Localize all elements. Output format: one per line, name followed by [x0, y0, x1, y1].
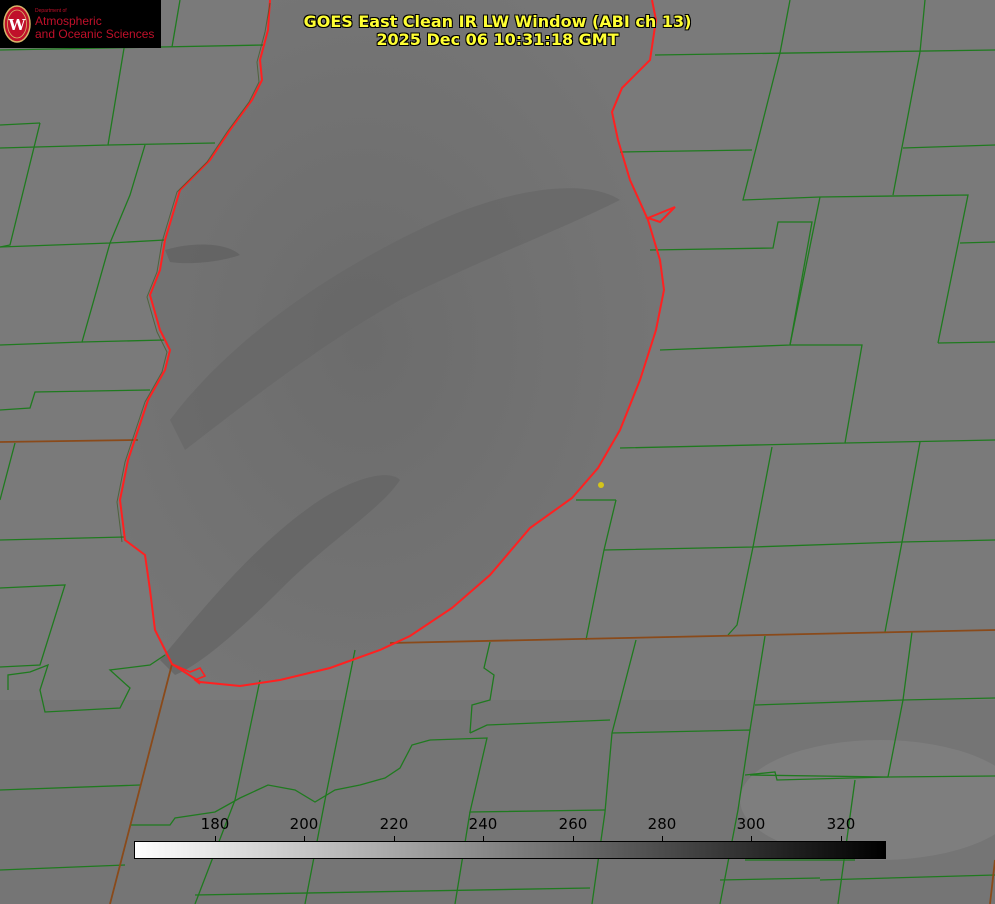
image-title: GOES East Clean IR LW Window (ABI ch 13): [303, 12, 692, 31]
colorbar-tick-label: 200: [289, 815, 319, 833]
colorbar-tick-label: 280: [647, 815, 677, 833]
colorbar-tick-label: 220: [379, 815, 409, 833]
colorbar-tick-label: 320: [826, 815, 856, 833]
colorbar-tick-label: 240: [468, 815, 498, 833]
colorbar: [134, 841, 886, 859]
satellite-image-viewer: W Department of Atmospheric and Oceanic …: [0, 0, 995, 904]
image-timestamp: 2025 Dec 06 10:31:18 GMT: [376, 30, 619, 49]
colorbar-tick-label: 300: [736, 815, 766, 833]
colorbar-tick-label: 180: [200, 815, 230, 833]
satellite-map: [0, 0, 995, 904]
colorbar-tick-label: 260: [558, 815, 588, 833]
location-marker-icon: [598, 482, 604, 488]
